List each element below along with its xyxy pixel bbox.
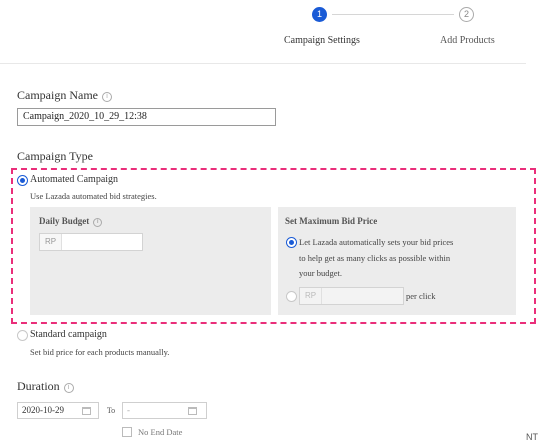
info-icon[interactable]: i bbox=[101, 92, 112, 102]
no-end-date-checkbox[interactable] bbox=[122, 427, 132, 437]
no-end-date-label[interactable]: No End Date bbox=[138, 427, 182, 437]
standard-campaign-radio[interactable] bbox=[17, 330, 28, 341]
campaign-type-heading: Campaign Type bbox=[17, 149, 93, 163]
step-1-label: Campaign Settings bbox=[284, 35, 360, 46]
campaign-name-input[interactable]: Campaign_2020_10_29_12:38 bbox=[17, 108, 276, 126]
manual-bid-input[interactable]: RP bbox=[299, 287, 404, 305]
currency-prefix: RP bbox=[300, 288, 322, 304]
manual-bid-radio[interactable] bbox=[286, 291, 297, 302]
standard-campaign-description: Set bid price for each products manually… bbox=[30, 347, 170, 357]
to-label: To bbox=[106, 406, 116, 415]
automated-campaign-label[interactable]: Automated Campaign bbox=[30, 174, 118, 185]
start-date-value: 2020-10-29 bbox=[22, 405, 64, 415]
campaign-name-label: Campaign Name bbox=[17, 88, 98, 102]
automated-campaign-description: Use Lazada automated bid strategies. bbox=[30, 191, 157, 201]
auto-bid-radio[interactable] bbox=[286, 237, 297, 248]
start-date-input[interactable]: 2020-10-29 bbox=[17, 402, 99, 419]
info-icon[interactable]: i bbox=[63, 383, 74, 393]
daily-budget-panel: Daily Budget i RP bbox=[30, 207, 271, 315]
auto-bid-line-3: your budget. bbox=[299, 268, 342, 278]
calendar-icon[interactable] bbox=[82, 407, 91, 415]
end-date-input[interactable]: - bbox=[122, 402, 207, 419]
daily-budget-label: Daily Budget bbox=[39, 216, 90, 226]
duration-heading: Duration i bbox=[17, 379, 74, 394]
step-connector-line bbox=[332, 14, 454, 15]
campaign-name-heading: Campaign Name i bbox=[17, 88, 112, 103]
auto-bid-line-1: Let Lazada automatically sets your bid p… bbox=[299, 237, 454, 247]
info-icon[interactable]: i bbox=[93, 218, 103, 227]
currency-prefix: RP bbox=[40, 234, 62, 250]
automated-campaign-radio[interactable] bbox=[17, 175, 28, 186]
step-1-indicator: 1 bbox=[312, 7, 327, 22]
max-bid-panel: Set Maximum Bid Price Let Lazada automat… bbox=[278, 207, 516, 315]
max-bid-heading: Set Maximum Bid Price bbox=[285, 216, 378, 226]
per-click-label: per click bbox=[406, 291, 436, 301]
standard-campaign-label[interactable]: Standard campaign bbox=[30, 329, 107, 340]
step-2-indicator: 2 bbox=[459, 7, 474, 22]
side-edge-text: NT bbox=[526, 432, 538, 442]
header-divider bbox=[0, 63, 526, 64]
step-2-label: Add Products bbox=[440, 35, 495, 46]
duration-label: Duration bbox=[17, 379, 60, 393]
daily-budget-input[interactable]: RP bbox=[39, 233, 143, 251]
auto-bid-line-2: to help get as many clicks as possible w… bbox=[299, 253, 451, 263]
end-date-value: - bbox=[127, 405, 130, 415]
daily-budget-heading: Daily Budget i bbox=[39, 216, 103, 227]
calendar-icon[interactable] bbox=[188, 407, 197, 415]
